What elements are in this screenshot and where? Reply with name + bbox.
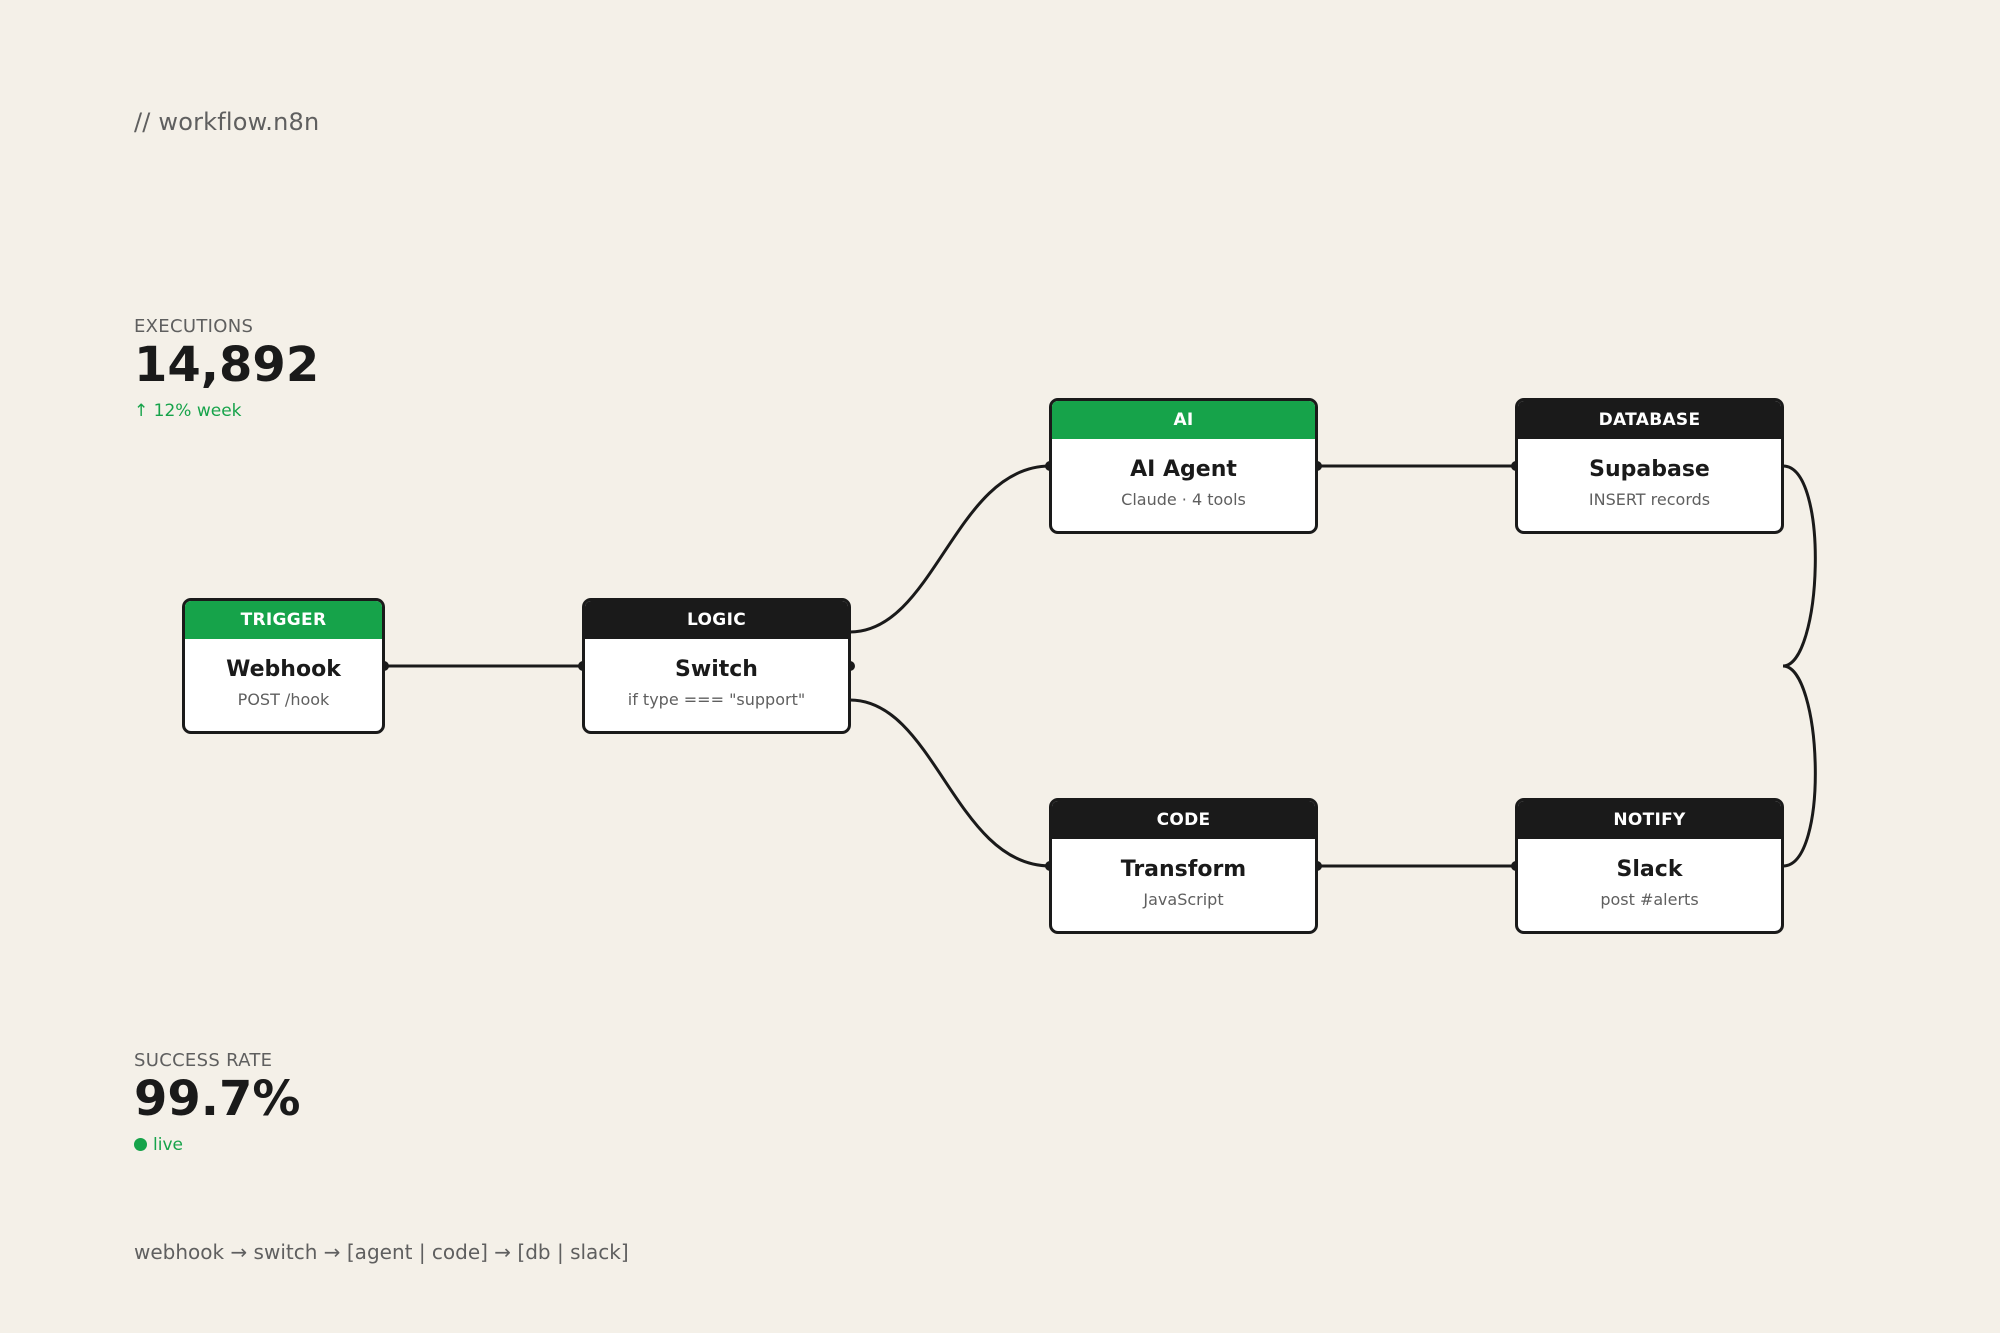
edge-switch-agent (849, 464, 1051, 634)
node-supabase[interactable]: DATABASE Supabase INSERT records (1515, 398, 1784, 534)
node-transform[interactable]: CODE Transform JavaScript (1049, 798, 1318, 934)
edge-slack-merge (1782, 664, 1817, 868)
node-webhook-category: TRIGGER (185, 601, 382, 639)
node-webhook-subtitle: POST /hook (237, 690, 330, 709)
node-webhook[interactable]: TRIGGER Webhook POST /hook (182, 598, 385, 734)
flow-summary: webhook → switch → [agent | code] → [db … (134, 1240, 629, 1264)
node-slack-category: NOTIFY (1518, 801, 1781, 839)
edge-supabase-merge (1782, 464, 1817, 668)
node-ai-agent[interactable]: AI AI Agent Claude · 4 tools (1049, 398, 1318, 534)
node-switch-category: LOGIC (585, 601, 848, 639)
node-ai-agent-category: AI (1052, 401, 1315, 439)
node-slack-subtitle: post #alerts (1600, 890, 1699, 909)
node-transform-category: CODE (1052, 801, 1315, 839)
node-switch-title: Switch (675, 657, 758, 682)
node-transform-title: Transform (1120, 857, 1247, 882)
node-slack[interactable]: NOTIFY Slack post #alerts (1515, 798, 1784, 934)
node-transform-subtitle: JavaScript (1143, 890, 1224, 909)
node-ai-agent-subtitle: Claude · 4 tools (1121, 490, 1246, 509)
node-switch[interactable]: LOGIC Switch if type === "support" (582, 598, 851, 734)
node-supabase-category: DATABASE (1518, 401, 1781, 439)
node-supabase-subtitle: INSERT records (1588, 490, 1711, 509)
node-switch-subtitle: if type === "support" (627, 690, 806, 709)
node-webhook-title: Webhook (226, 657, 341, 682)
edge-switch-transform (849, 698, 1051, 868)
node-slack-title: Slack (1616, 857, 1683, 882)
node-ai-agent-title: AI Agent (1130, 457, 1237, 482)
node-supabase-title: Supabase (1589, 457, 1710, 482)
